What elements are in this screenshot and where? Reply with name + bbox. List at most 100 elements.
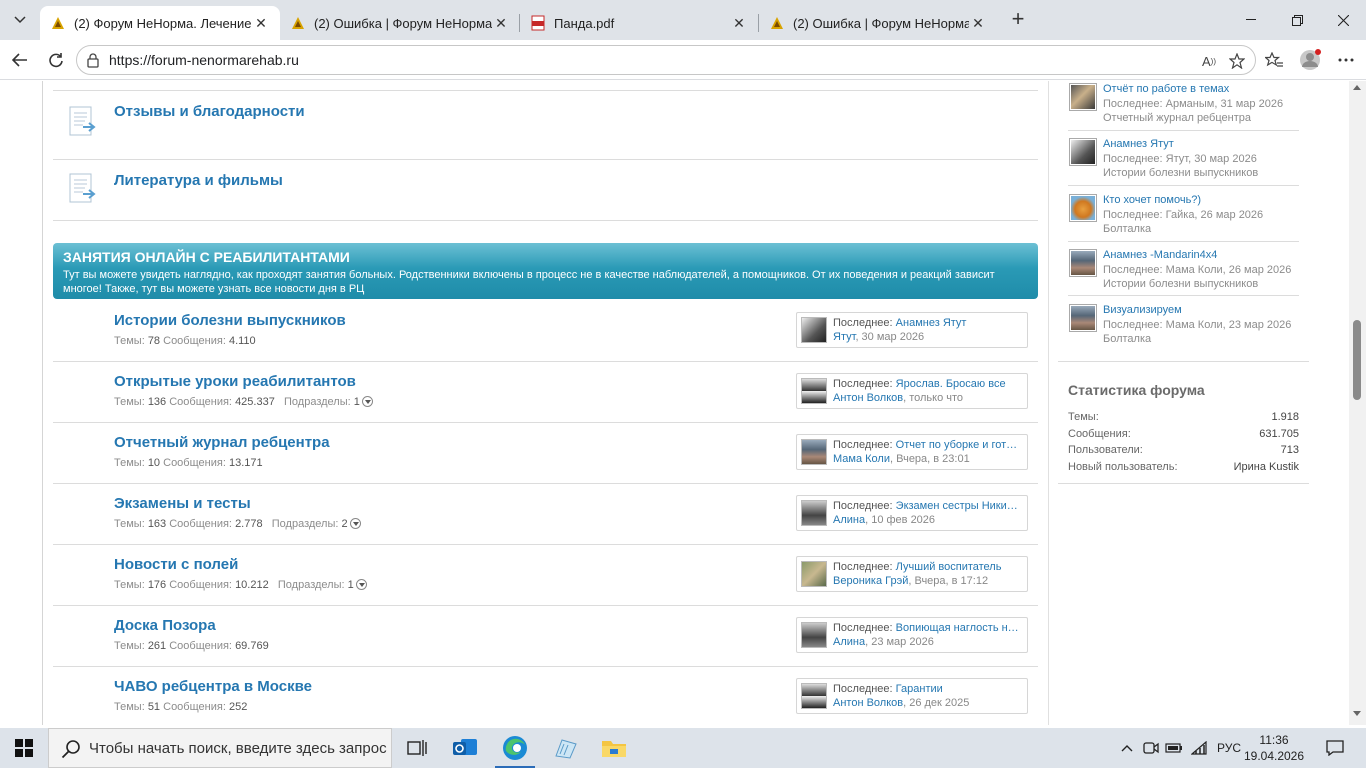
last-user-link[interactable]: Алина [833,636,865,648]
new-user-link[interactable]: Ирина Kustik [1234,461,1299,473]
recent-thread-link[interactable]: Визуализируем [1103,304,1182,316]
last-thread-link[interactable]: Вопиющая наглость н… [896,622,1019,634]
scroll-up-icon[interactable] [1353,85,1361,90]
show-hidden-icons[interactable] [1117,728,1137,768]
last-date: , только что [903,392,964,404]
scroll-down-icon[interactable] [1353,711,1361,716]
forum-page: Отзывы и благодарности Литература и филь… [0,81,1366,725]
forum-title-link[interactable]: Истории болезни выпускников [114,312,346,329]
language-indicator[interactable]: РУС [1213,728,1245,768]
avatar[interactable] [801,439,827,465]
avatar[interactable] [1069,138,1097,166]
last-user-link[interactable]: Ятут [833,331,855,343]
close-tab-icon[interactable]: ✕ [492,15,510,32]
clock[interactable]: 11:36 19.04.2026 [1242,732,1306,764]
avatar[interactable] [801,683,827,709]
file-explorer-icon[interactable] [590,728,638,768]
recent-thread-link[interactable]: Анамнез Ятут [1103,138,1174,150]
browser-tab-1[interactable]: (2) Форум НеНорма. Лечение нар ✕ [40,6,280,40]
forum-title-link[interactable]: Новости с полей [114,556,238,573]
scrollbar-thumb[interactable] [1353,320,1361,400]
favorites-icon[interactable] [1262,48,1286,72]
restore-icon[interactable] [1274,0,1320,40]
meet-now-icon[interactable] [1141,728,1161,768]
clock-date: 19.04.2026 [1243,749,1305,763]
avatar[interactable] [1069,83,1097,111]
recent-thread-link[interactable]: Анамнез -Mandarin4x4 [1103,249,1217,261]
notes-app-icon[interactable] [541,728,589,768]
recent-thread-meta: Последнее: Арманым, 31 мар 2026 [1103,98,1284,110]
browser-tab-2[interactable]: (2) Ошибка | Форум НеНорма. Ле ✕ [280,6,520,40]
last-user-link[interactable]: Алина [833,514,865,526]
browser-tab-4[interactable]: (2) Ошибка | Форум НеНорма. Ле ✕ [759,6,997,40]
close-window-icon[interactable] [1320,0,1366,40]
favorite-star-icon[interactable] [1227,51,1247,71]
avatar[interactable] [801,561,827,587]
recent-thread-link[interactable]: Кто хочет помочь?) [1103,194,1201,206]
subforums-dropdown-icon[interactable] [361,396,373,407]
lock-icon[interactable] [85,52,101,68]
page-scrollbar[interactable] [1349,81,1366,725]
taskbar-search-box[interactable]: Чтобы начать поиск, введите здесь запрос [48,728,392,768]
forum-title-link[interactable]: Открытые уроки реабилитантов [114,373,356,390]
stat-row: Новый пользователь: Ирина Kustik [1068,461,1299,473]
reload-icon[interactable] [42,46,70,74]
tab-actions-menu-icon[interactable] [6,6,34,34]
new-tab-icon[interactable]: + [1006,8,1030,32]
last-user-link[interactable]: Мама Коли [833,453,890,465]
subforums-dropdown-icon[interactable] [349,518,361,529]
windows-start-icon[interactable] [0,728,48,768]
minimize-icon[interactable] [1228,0,1274,40]
avatar[interactable] [1069,194,1097,222]
avatar[interactable] [801,378,827,404]
tab-title: Панда.pdf [554,15,615,31]
url-field[interactable]: https://forum-nenormarehab.ru A)) [76,45,1256,75]
last-thread-link[interactable]: Анамнез Ятут [896,317,967,329]
profile-avatar-icon[interactable] [1298,48,1322,72]
forum-title-link[interactable]: Экзамены и тесты [114,495,251,512]
avatar[interactable] [801,317,827,343]
divider [1068,241,1299,242]
forum-title-link[interactable]: Отзывы и благодарности [114,103,305,120]
close-tab-icon[interactable]: ✕ [969,15,987,32]
network-icon[interactable] [1189,728,1209,768]
task-view-icon[interactable] [393,728,441,768]
back-arrow-icon[interactable] [6,46,34,74]
tab-strip: (2) Форум НеНорма. Лечение нар ✕ (2) Оши… [0,0,1366,40]
close-tab-icon[interactable]: ✕ [252,15,270,32]
avatar[interactable] [801,500,827,526]
last-thread-link[interactable]: Экзамен сестры Ники… [896,500,1018,512]
avatar[interactable] [801,622,827,648]
battery-icon[interactable] [1164,728,1184,768]
recent-thread-meta: Последнее: Мама Коли, 26 мар 2026 [1103,264,1292,276]
forum-row: Отзывы и благодарности [53,91,1038,160]
forum-title-link[interactable]: Отчетный журнал ребцентра [114,434,330,451]
browser-tab-3[interactable]: Панда.pdf ✕ [520,6,758,40]
last-thread-link[interactable]: Ярослав. Бросаю все [896,378,1006,390]
last-user-link[interactable]: Антон Волков [833,392,903,404]
last-user-link[interactable]: Вероника Грэй [833,575,908,587]
stat-row: Темы: 1.918 [1068,411,1299,423]
last-thread-link[interactable]: Отчет по уборке и гот… [896,439,1017,451]
last-thread-link[interactable]: Гарантии [896,683,943,695]
avatar[interactable] [1069,249,1097,277]
forum-title-link[interactable]: Доска Позора [114,617,216,634]
close-tab-icon[interactable]: ✕ [730,15,748,32]
last-thread-link[interactable]: Лучший воспитатель [896,561,1002,573]
category-title[interactable]: ЗАНЯТИЯ ОНЛАЙН С РЕАБИЛИТАНТАМИ [63,249,350,265]
notifications-icon[interactable] [1320,728,1350,768]
read-aloud-icon[interactable]: A)) [1199,51,1219,71]
page-border [42,81,43,725]
forum-stats: Темы: 176 Сообщения: 10.212 Подразделы: … [114,579,367,591]
last-user-link[interactable]: Антон Волков [833,697,903,709]
forum-title-link[interactable]: ЧАВО ребцентра в Москве [114,678,312,695]
subforums-dropdown-icon[interactable] [355,579,367,590]
forum-title-link[interactable]: Литература и фильмы [114,172,283,189]
recent-thread-link[interactable]: Отчёт по работе в темах [1103,83,1229,95]
forum-favicon-icon [50,15,66,31]
more-menu-icon[interactable] [1334,48,1358,72]
outlook-icon[interactable] [441,728,489,768]
forum-read-icon [67,105,97,139]
avatar[interactable] [1069,304,1097,332]
edge-browser-icon[interactable] [491,728,539,768]
